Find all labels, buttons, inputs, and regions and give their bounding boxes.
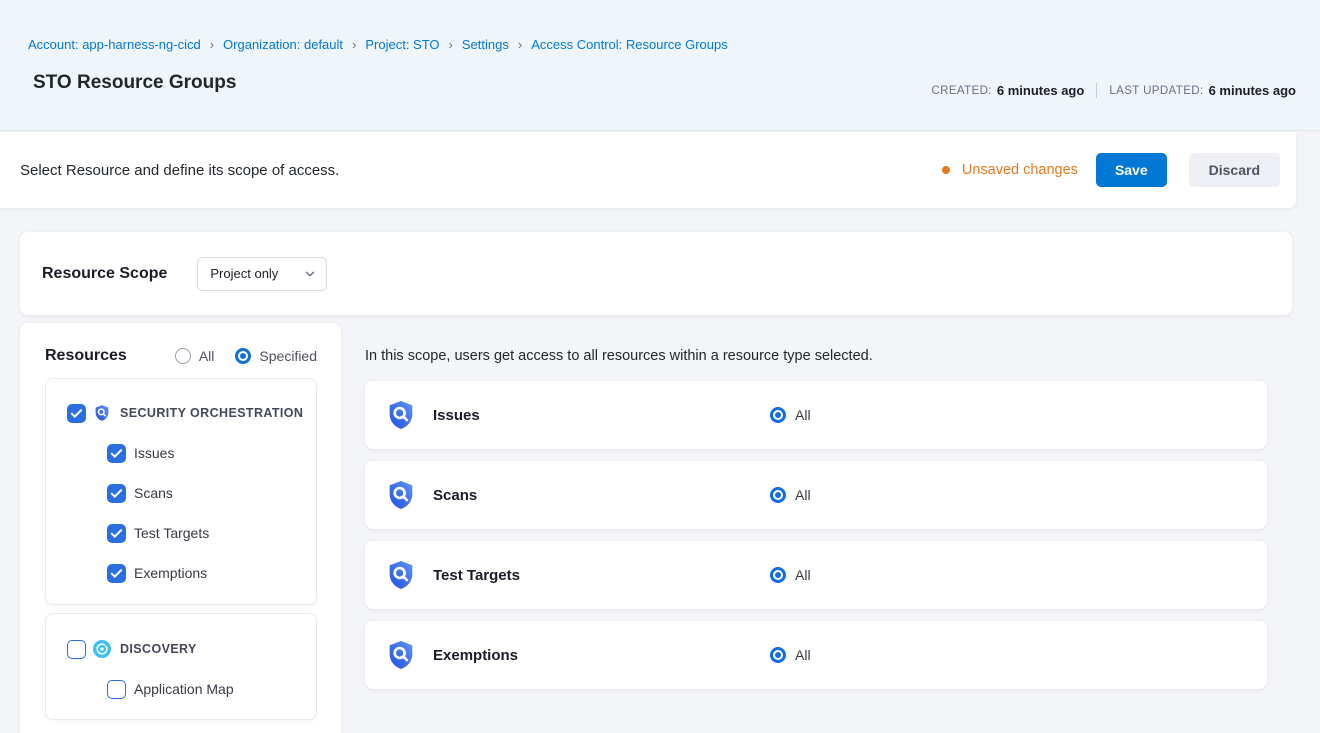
radio-all-issues[interactable] xyxy=(770,407,786,423)
shield-search-icon xyxy=(385,559,417,591)
resource-label-scans: Scans xyxy=(134,485,173,501)
created-label: CREATED: xyxy=(931,85,992,97)
checkbox-discovery[interactable] xyxy=(67,640,86,659)
resource-scope-label: Resource Scope xyxy=(42,265,167,283)
resource-row-scans: Scans xyxy=(46,473,316,513)
resource-label-issues: Issues xyxy=(134,445,174,461)
resource-row-test-targets: Test Targets xyxy=(46,513,316,553)
resource-card-scans: Scans All xyxy=(365,461,1267,529)
chevron-down-icon xyxy=(304,268,316,280)
shield-search-icon xyxy=(385,479,417,511)
created-value: 6 minutes ago xyxy=(997,83,1084,98)
checkbox-issues[interactable] xyxy=(107,444,126,463)
breadcrumb-organization-link[interactable]: Organization: default xyxy=(223,37,343,52)
radar-icon xyxy=(93,640,111,658)
radio-all-test-targets[interactable] xyxy=(770,567,786,583)
last-updated-label: LAST UPDATED: xyxy=(1109,85,1203,97)
shield-search-icon xyxy=(93,404,111,422)
group-label-discovery: DISCOVERY xyxy=(120,642,197,656)
checkbox-application-map[interactable] xyxy=(107,680,126,699)
radio-all-exemptions-label: All xyxy=(795,647,811,663)
resource-label-test-targets: Test Targets xyxy=(134,525,209,541)
radio-resources-all-label: All xyxy=(199,348,215,364)
breadcrumb-separator: › xyxy=(352,37,356,52)
shield-search-icon xyxy=(385,399,417,431)
resource-scope-selected-value: Project only xyxy=(210,266,278,281)
scope-description: In this scope, users get access to all r… xyxy=(365,348,1292,364)
shield-search-icon xyxy=(385,639,417,671)
content: Resource Scope Project only Resources Al… xyxy=(0,208,1320,733)
resource-card-title: Exemptions xyxy=(433,647,518,664)
breadcrumb-account-link[interactable]: Account: app-harness-ng-cicd xyxy=(28,37,201,52)
breadcrumb-settings-link[interactable]: Settings xyxy=(462,37,509,52)
checkbox-test-targets[interactable] xyxy=(107,524,126,543)
save-button[interactable]: Save xyxy=(1096,153,1167,187)
radio-all-exemptions[interactable] xyxy=(770,647,786,663)
resource-label-exemptions: Exemptions xyxy=(134,565,207,581)
resource-scope-select[interactable]: Project only xyxy=(197,257,327,291)
last-updated-value: 6 minutes ago xyxy=(1209,83,1296,98)
group-security-orchestration: SECURITY ORCHESTRATION Issues Scans Test… xyxy=(45,378,317,605)
breadcrumb-separator: › xyxy=(210,37,214,52)
resource-row-exemptions: Exemptions xyxy=(46,553,316,593)
toolbar-description: Select Resource and define its scope of … xyxy=(20,162,339,179)
resource-row-issues: Issues xyxy=(46,433,316,473)
radio-resources-specified[interactable] xyxy=(235,348,251,364)
unsaved-changes-text: Unsaved changes xyxy=(962,162,1078,178)
resource-label-application-map: Application Map xyxy=(134,681,234,697)
radio-all-test-targets-label: All xyxy=(795,567,811,583)
radio-resources-all[interactable] xyxy=(175,348,191,364)
radio-resources-specified-label: Specified xyxy=(259,348,317,364)
resource-card-title: Issues xyxy=(433,407,480,424)
unsaved-changes-dot-icon xyxy=(942,166,950,174)
resource-card-exemptions: Exemptions All xyxy=(365,621,1267,689)
breadcrumb-separator: › xyxy=(518,37,522,52)
group-label-security-orchestration: SECURITY ORCHESTRATION xyxy=(120,406,303,420)
breadcrumb: Account: app-harness-ng-cicd › Organizat… xyxy=(28,37,1296,52)
group-row-discovery: DISCOVERY xyxy=(46,629,316,669)
checkbox-security-orchestration[interactable] xyxy=(67,404,86,423)
header-meta: CREATED: 6 minutes ago LAST UPDATED: 6 m… xyxy=(931,83,1296,98)
radio-all-issues-label: All xyxy=(795,407,811,423)
page-header: Account: app-harness-ng-cicd › Organizat… xyxy=(0,0,1320,131)
resource-card-title: Scans xyxy=(433,487,477,504)
meta-divider xyxy=(1096,83,1097,98)
resource-row-application-map: Application Map xyxy=(46,669,316,709)
checkbox-exemptions[interactable] xyxy=(107,564,126,583)
radio-all-scans-label: All xyxy=(795,487,811,503)
breadcrumb-resource-groups-link[interactable]: Access Control: Resource Groups xyxy=(531,37,728,52)
group-row-security-orchestration: SECURITY ORCHESTRATION xyxy=(46,393,316,433)
scope-detail-panel: In this scope, users get access to all r… xyxy=(365,323,1292,701)
resource-card-issues: Issues All xyxy=(365,381,1267,449)
resources-panel: Resources All Specified xyxy=(20,323,341,733)
toolbar: Select Resource and define its scope of … xyxy=(0,132,1296,208)
resource-scope-card: Resource Scope Project only xyxy=(20,232,1292,315)
resource-card-title: Test Targets xyxy=(433,567,520,584)
resource-card-test-targets: Test Targets All xyxy=(365,541,1267,609)
radio-all-scans[interactable] xyxy=(770,487,786,503)
discard-button[interactable]: Discard xyxy=(1189,153,1280,187)
checkbox-scans[interactable] xyxy=(107,484,126,503)
group-discovery: DISCOVERY Application Map xyxy=(45,613,317,720)
resources-title: Resources xyxy=(45,347,127,365)
breadcrumb-separator: › xyxy=(449,37,453,52)
breadcrumb-project-link[interactable]: Project: STO xyxy=(365,37,439,52)
